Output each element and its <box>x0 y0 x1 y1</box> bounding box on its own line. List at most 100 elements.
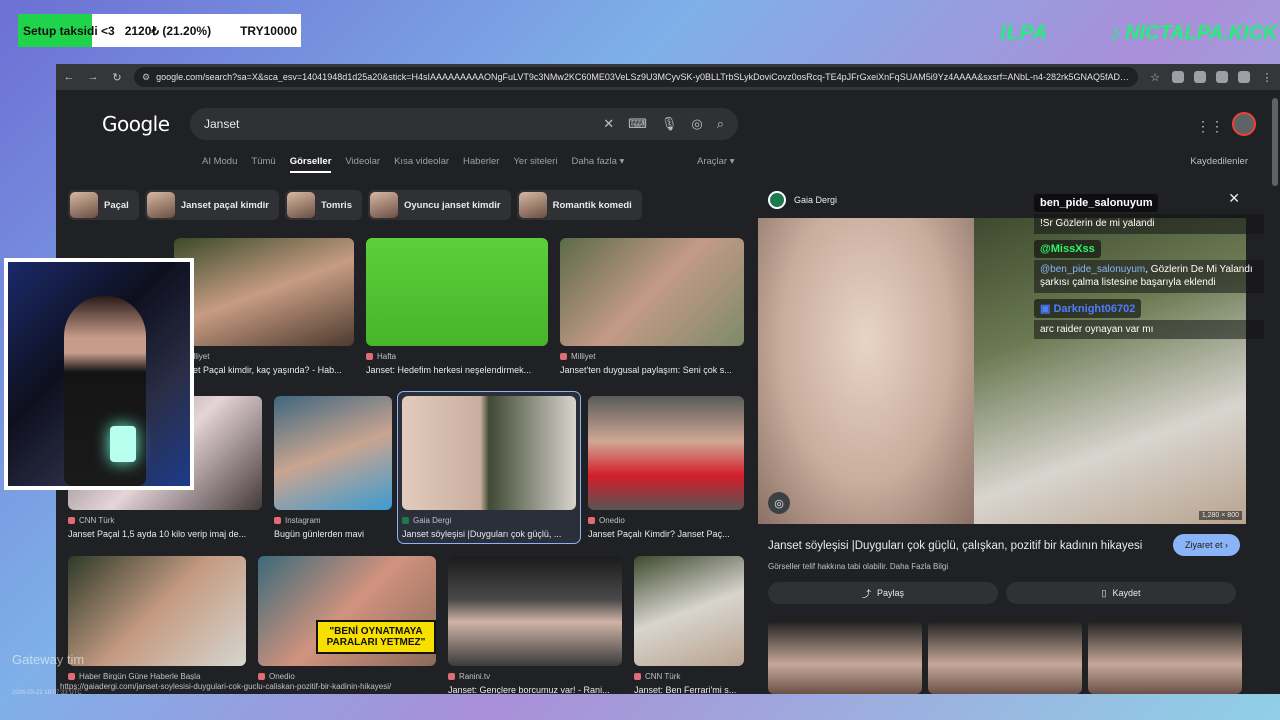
result-source: Milliyet <box>174 352 354 361</box>
result-thumbnail[interactable] <box>274 396 392 510</box>
result-title[interactable]: Janset Paçal kimdir, kaç yaşında? - Hab.… <box>174 365 354 375</box>
result-thumbnail[interactable] <box>174 238 354 346</box>
chip-label: Paçal <box>104 199 129 211</box>
result-title[interactable]: Janset: Gençlere borcumuz var! - Rani... <box>448 685 622 694</box>
search-box[interactable]: Janset ✕ ⌨ 🎙 ◎ ⌕ <box>190 108 738 140</box>
chip[interactable]: Romantik komedi <box>516 190 642 220</box>
image-result[interactable]: Onedio Janset Paçalı Kimdir? Janset Paç.… <box>588 396 744 539</box>
search-icon[interactable]: ⌕ <box>717 116 724 132</box>
chat-username: @MissXss <box>1034 239 1101 258</box>
image-result[interactable]: Ranini.tv Janset: Gençlere borcumuz var!… <box>448 556 622 694</box>
search-input[interactable]: Janset <box>204 117 603 131</box>
tab-ai-mode[interactable]: AI Modu <box>202 156 237 173</box>
search-tabs: AI Modu Tümü Görseller Videolar Kısa vid… <box>202 156 624 173</box>
image-result[interactable]: Haber Birgün Güne Haberle Başla <box>68 556 246 681</box>
result-source: Milliyet <box>560 352 744 361</box>
result-thumbnail[interactable] <box>634 556 744 666</box>
related-images <box>768 620 1242 694</box>
share-button[interactable]: ⤴ Paylaş <box>768 582 998 604</box>
image-result[interactable]: Instagram Bugün günlerden mavi <box>274 396 392 539</box>
gateway-timestamp: 2026-03-22 18:07:33 UTC <box>12 690 82 696</box>
gateway-watermark: Gateway tim <box>12 652 85 667</box>
saved-button[interactable]: Kaydedilenler <box>1190 156 1248 167</box>
result-source: Instagram <box>274 516 392 525</box>
panel-title[interactable]: Janset söyleşisi |Duyguları çok güçlü, ç… <box>768 540 1142 552</box>
chip[interactable]: Paçal <box>68 190 139 220</box>
clear-icon[interactable]: ✕ <box>603 116 614 132</box>
lens-icon[interactable]: ◎ <box>691 116 702 132</box>
result-thumbnail[interactable] <box>560 238 744 346</box>
image-result[interactable]: Milliyet Janset'ten duygusal paylaşım: S… <box>560 238 744 375</box>
tab-images[interactable]: Görseller <box>289 156 332 173</box>
related-image[interactable] <box>1088 620 1242 694</box>
keyboard-icon[interactable]: ⌨ <box>628 116 647 132</box>
reload-icon[interactable]: ↻ <box>110 71 124 84</box>
result-source: Gaia Dergi <box>402 516 576 525</box>
result-thumbnail[interactable] <box>402 396 576 510</box>
apps-grid-icon[interactable]: ⋮⋮ <box>1196 118 1224 135</box>
result-thumbnail[interactable] <box>448 556 622 666</box>
forward-icon[interactable]: → <box>86 71 100 83</box>
back-icon[interactable]: ← <box>62 71 76 83</box>
related-image[interactable] <box>768 620 922 694</box>
tools-button[interactable]: Araçlar ▾ <box>697 156 735 167</box>
visit-button[interactable]: Ziyaret et › <box>1172 534 1240 556</box>
preview-image-left: ◎ <box>758 218 974 524</box>
microphone-icon[interactable]: 🎙 <box>661 116 678 132</box>
extension-icon[interactable] <box>1216 71 1228 83</box>
chip[interactable]: Janset paçal kimdir <box>144 190 280 220</box>
tab-all[interactable]: Tümü <box>251 156 275 173</box>
image-result[interactable]: Milliyet Janset Paçal kimdir, kaç yaşınd… <box>174 238 354 375</box>
chip-label: Romantik komedi <box>552 199 632 211</box>
panel-source-name: Gaia Dergi <box>794 195 838 205</box>
avatar[interactable] <box>1232 112 1256 136</box>
google-logo[interactable]: Google <box>102 112 170 136</box>
bookmark-star-icon[interactable]: ☆ <box>1148 71 1162 84</box>
tab-news[interactable]: Haberler <box>463 156 499 173</box>
page-scrollbar[interactable] <box>1272 94 1278 684</box>
source-favicon-icon <box>588 517 595 524</box>
tab-short-videos[interactable]: Kısa videolar <box>394 156 449 173</box>
result-thumbnail[interactable]: "BENİ OYNATMAYA PARALARI YETMEZ" <box>258 556 436 666</box>
result-title[interactable]: Janset Paçalı Kimdir? Janset Paç... <box>588 529 744 539</box>
source-favicon-icon <box>366 353 373 360</box>
donation-goal-target: TRY10000 <box>240 23 297 38</box>
image-result-selected[interactable]: Gaia Dergi Janset söyleşisi |Duyguları ç… <box>397 391 581 544</box>
result-title[interactable]: Janset: Ben Ferrari'mi s... <box>634 685 744 694</box>
extension-icon[interactable] <box>1194 71 1206 83</box>
result-thumbnail[interactable] <box>366 238 548 346</box>
result-thumbnail[interactable] <box>588 396 744 510</box>
extension-icon[interactable] <box>1172 71 1184 83</box>
brand-kick-label: NICTALPA.KICK <box>1125 21 1278 44</box>
result-title[interactable]: Janset'ten duygusal paylaşım: Seni çok s… <box>560 365 744 375</box>
result-title[interactable]: Janset söyleşisi |Duyguları çok güçlü, .… <box>402 529 576 539</box>
tab-more[interactable]: Daha fazla ▾ <box>571 156 624 173</box>
learn-more-link[interactable]: Daha Fazla Bilgi <box>890 562 948 571</box>
result-title[interactable]: Janset Paçal 1,5 ayda 10 kilo verip imaj… <box>68 529 262 539</box>
lens-icon[interactable]: ◎ <box>768 492 790 514</box>
source-favicon-icon <box>68 517 75 524</box>
chip[interactable]: Tomris <box>285 190 362 220</box>
image-result[interactable]: Hafta Janset: Hedefim herkesi neşelendir… <box>366 238 548 375</box>
save-button[interactable]: ▯ Kaydet <box>1006 582 1236 604</box>
chip-label: Tomris <box>321 199 352 211</box>
result-title[interactable]: Janset: Hedefim herkesi neşelendirmek... <box>366 365 548 375</box>
result-source: Hafta <box>366 352 548 361</box>
result-title[interactable]: Bugün günlerden mavi <box>274 529 392 539</box>
image-result[interactable]: "BENİ OYNATMAYA PARALARI YETMEZ" Onedio <box>258 556 436 681</box>
tab-videos[interactable]: Videolar <box>345 156 380 173</box>
save-label: Kaydet <box>1112 588 1141 598</box>
url-field[interactable]: ⚙ google.com/search?sa=X&sca_esv=1404194… <box>134 67 1138 87</box>
panel-actions: ⤴ Paylaş ▯ Kaydet <box>768 582 1236 604</box>
image-result[interactable]: CNN Türk Janset: Ben Ferrari'mi s... <box>634 556 744 694</box>
site-info-icon[interactable]: ⚙ <box>142 72 150 83</box>
browser-menu-icon[interactable]: ⋮ <box>1260 71 1274 84</box>
extensions-puzzle-icon[interactable] <box>1238 71 1250 83</box>
related-image[interactable] <box>928 620 1082 694</box>
scrollbar-thumb[interactable] <box>1272 98 1278 186</box>
result-thumbnail[interactable] <box>68 556 246 666</box>
address-bar: ← → ↻ ⚙ google.com/search?sa=X&sca_esv=1… <box>56 64 1280 90</box>
tab-places[interactable]: Yer siteleri <box>513 156 557 173</box>
chip[interactable]: Oyuncu janset kimdir <box>367 190 511 220</box>
copyright-note: Görseller telif hakkına tabi olabilir. D… <box>768 562 948 571</box>
